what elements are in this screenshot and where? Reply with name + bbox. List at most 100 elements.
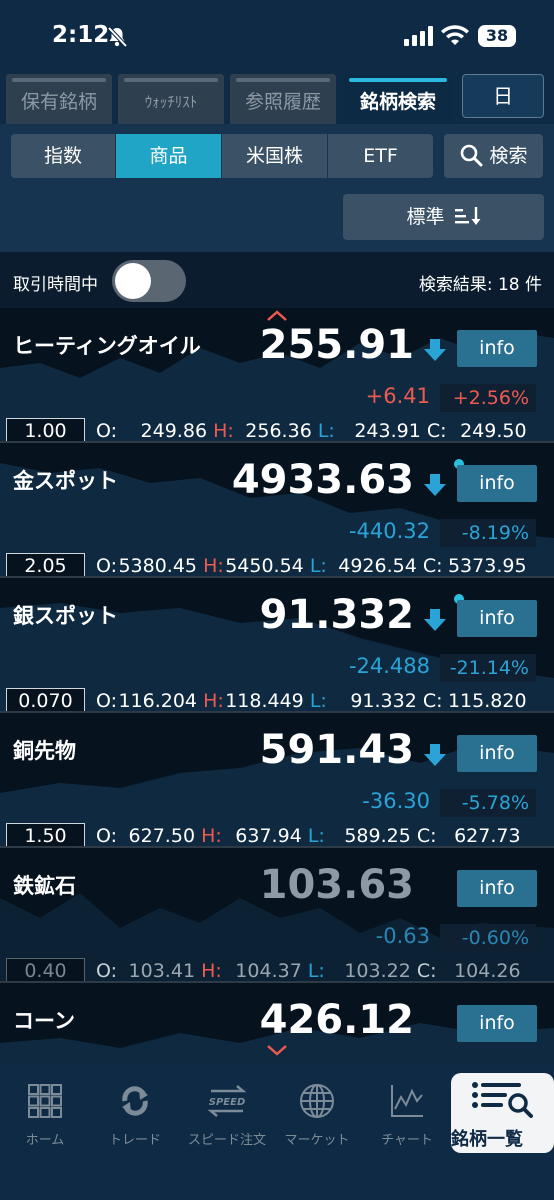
ohlc-values: O:5380.45 H:5450.54 L: 4926.54 C: 5373.95 xyxy=(96,553,546,577)
multiplier-box: 1.50 xyxy=(6,823,85,846)
nav-speed-order[interactable]: SPEED スピード注文 xyxy=(182,1065,272,1153)
close-key: C: xyxy=(422,555,443,577)
nav-label: スピード注文 xyxy=(187,1133,266,1148)
bottom-nav: ホーム トレード SPEED スピード注文 マーケット チャート 銘柄一覧 xyxy=(0,1065,554,1200)
high-key: H: xyxy=(203,555,224,577)
price-change: -440.32 xyxy=(348,519,430,543)
nav-symbol-list[interactable]: 銘柄一覧 xyxy=(451,1073,554,1153)
trade-arrows-icon xyxy=(122,1086,148,1116)
nav-market[interactable]: マーケット xyxy=(272,1065,362,1153)
symbol-price: 426.12 xyxy=(259,997,414,1043)
ohlc-values: O: 627.50 H: 637.94 L: 589.25 C: 627.73 xyxy=(96,823,546,847)
segment-commodity[interactable]: 商品 xyxy=(116,134,221,178)
up-caret-icon xyxy=(267,310,287,321)
day-button[interactable]: 日 xyxy=(462,74,544,118)
sort-icon xyxy=(454,207,481,225)
info-button[interactable]: info xyxy=(457,600,537,637)
tab-watchlist[interactable]: ｳｫｯﾁﾘｽﾄ xyxy=(118,74,224,124)
info-button[interactable]: info xyxy=(457,465,537,502)
high-key: H: xyxy=(201,825,222,847)
bell-muted-icon xyxy=(107,26,128,48)
nav-home[interactable]: ホーム xyxy=(0,1065,90,1153)
ohlc-values: O: 249.86 H: 256.36 L: 243.91 C: 249.50 xyxy=(96,418,546,442)
list-item[interactable]: 鉄鉱石 103.63 info -0.63 -0.60% 0.40 O: 103.… xyxy=(0,848,554,983)
segment-us-stocks[interactable]: 米国株 xyxy=(222,134,327,178)
status-bar: 2:12 38 xyxy=(0,0,554,70)
price-change-percent: -21.14% xyxy=(440,654,536,682)
search-icon xyxy=(461,144,483,167)
price-change-percent: -8.19% xyxy=(440,519,536,547)
symbol-name: コーン xyxy=(13,1009,75,1033)
tab-holdings[interactable]: 保有銘柄 xyxy=(6,74,112,124)
down-arrow-icon xyxy=(424,474,446,496)
info-button[interactable]: info xyxy=(457,870,537,907)
high-key: H: xyxy=(203,690,224,712)
speed-icon-text: SPEED xyxy=(209,1097,246,1108)
price-change-percent: +2.56% xyxy=(440,384,536,412)
symbol-name: 金スポット xyxy=(13,469,118,493)
segment-index[interactable]: 指数 xyxy=(11,134,115,178)
search-button-label: 検索 xyxy=(489,145,528,167)
sort-button[interactable]: 標準 xyxy=(343,194,544,240)
high-key: H: xyxy=(201,960,222,982)
symbol-price: 591.43 xyxy=(259,727,414,773)
list-search-icon xyxy=(472,1082,533,1118)
symbol-name: 鉄鉱石 xyxy=(13,874,76,898)
down-arrow-icon xyxy=(424,744,446,766)
tab-history[interactable]: 参照履歴 xyxy=(230,74,336,124)
filter-area: 指数 商品 米国株 ETF 検索 標準 xyxy=(0,124,554,252)
high-value: 256.36 xyxy=(245,420,312,442)
open-value: 249.86 xyxy=(140,420,208,442)
home-grid-icon xyxy=(28,1084,62,1118)
info-button[interactable]: info xyxy=(457,735,537,772)
nav-trade[interactable]: トレード xyxy=(90,1065,180,1153)
info-button[interactable]: info xyxy=(457,330,537,367)
close-value: 104.26 xyxy=(454,960,521,982)
high-value: 118.449 xyxy=(225,690,304,712)
close-value: 249.50 xyxy=(460,420,527,442)
high-value: 104.37 xyxy=(235,960,302,982)
low-value: 4926.54 xyxy=(338,555,417,577)
low-value: 91.332 xyxy=(350,690,417,712)
down-arrow-icon xyxy=(424,609,446,631)
high-value: 5450.54 xyxy=(225,555,304,577)
list-item[interactable]: 金スポット 4933.63 info -440.32 -8.19% 2.05 O… xyxy=(0,443,554,578)
symbol-name: 銅先物 xyxy=(13,739,76,763)
close-value: 5373.95 xyxy=(447,555,527,577)
symbol-list[interactable]: ヒーティングオイル 255.91 info +6.41 +2.56% 1.00 … xyxy=(0,308,554,1065)
multiplier-box: 2.05 xyxy=(6,553,85,576)
open-key: O: xyxy=(96,690,118,712)
open-key: O: xyxy=(96,420,118,442)
close-value: 627.73 xyxy=(454,825,521,847)
list-item[interactable]: 銅先物 591.43 info -36.30 -5.78% 1.50 O: 627… xyxy=(0,713,554,848)
high-value: 637.94 xyxy=(235,825,302,847)
list-item[interactable]: ヒーティングオイル 255.91 info +6.41 +2.56% 1.00 … xyxy=(0,308,554,443)
segment-etf[interactable]: ETF xyxy=(328,134,433,178)
status-time: 2:12 xyxy=(52,22,110,48)
tab-symbol-search[interactable]: 銘柄検索 xyxy=(343,74,453,124)
close-key: C: xyxy=(416,825,437,847)
trading-hours-toggle[interactable] xyxy=(112,260,186,302)
price-change: -0.63 xyxy=(375,924,430,948)
symbol-name: ヒーティングオイル xyxy=(13,334,201,358)
open-value: 627.50 xyxy=(128,825,196,847)
close-key: C: xyxy=(416,960,437,982)
close-key: C: xyxy=(422,690,443,712)
price-change-percent: -5.78% xyxy=(440,789,536,817)
options-row: 取引時間中 検索結果: 18 件 xyxy=(0,252,554,308)
battery-icon: 38 xyxy=(478,25,516,47)
price-change-percent: -0.60% xyxy=(440,924,536,952)
info-button[interactable]: info xyxy=(457,1005,537,1042)
low-key: L: xyxy=(307,960,325,982)
low-value: 243.91 xyxy=(354,420,421,442)
chart-icon xyxy=(391,1085,423,1117)
search-button[interactable]: 検索 xyxy=(444,134,543,178)
nav-label: ホーム xyxy=(25,1133,65,1148)
nav-label: 銘柄一覧 xyxy=(451,1129,523,1150)
multiplier-box: 1.00 xyxy=(6,418,85,441)
open-key: O: xyxy=(96,555,118,577)
symbol-price: 4933.63 xyxy=(231,457,414,503)
list-item[interactable]: 銀スポット 91.332 info -24.488 -21.14% 0.070 … xyxy=(0,578,554,713)
nav-chart[interactable]: チャート xyxy=(362,1065,452,1153)
price-change: -24.488 xyxy=(348,654,430,678)
